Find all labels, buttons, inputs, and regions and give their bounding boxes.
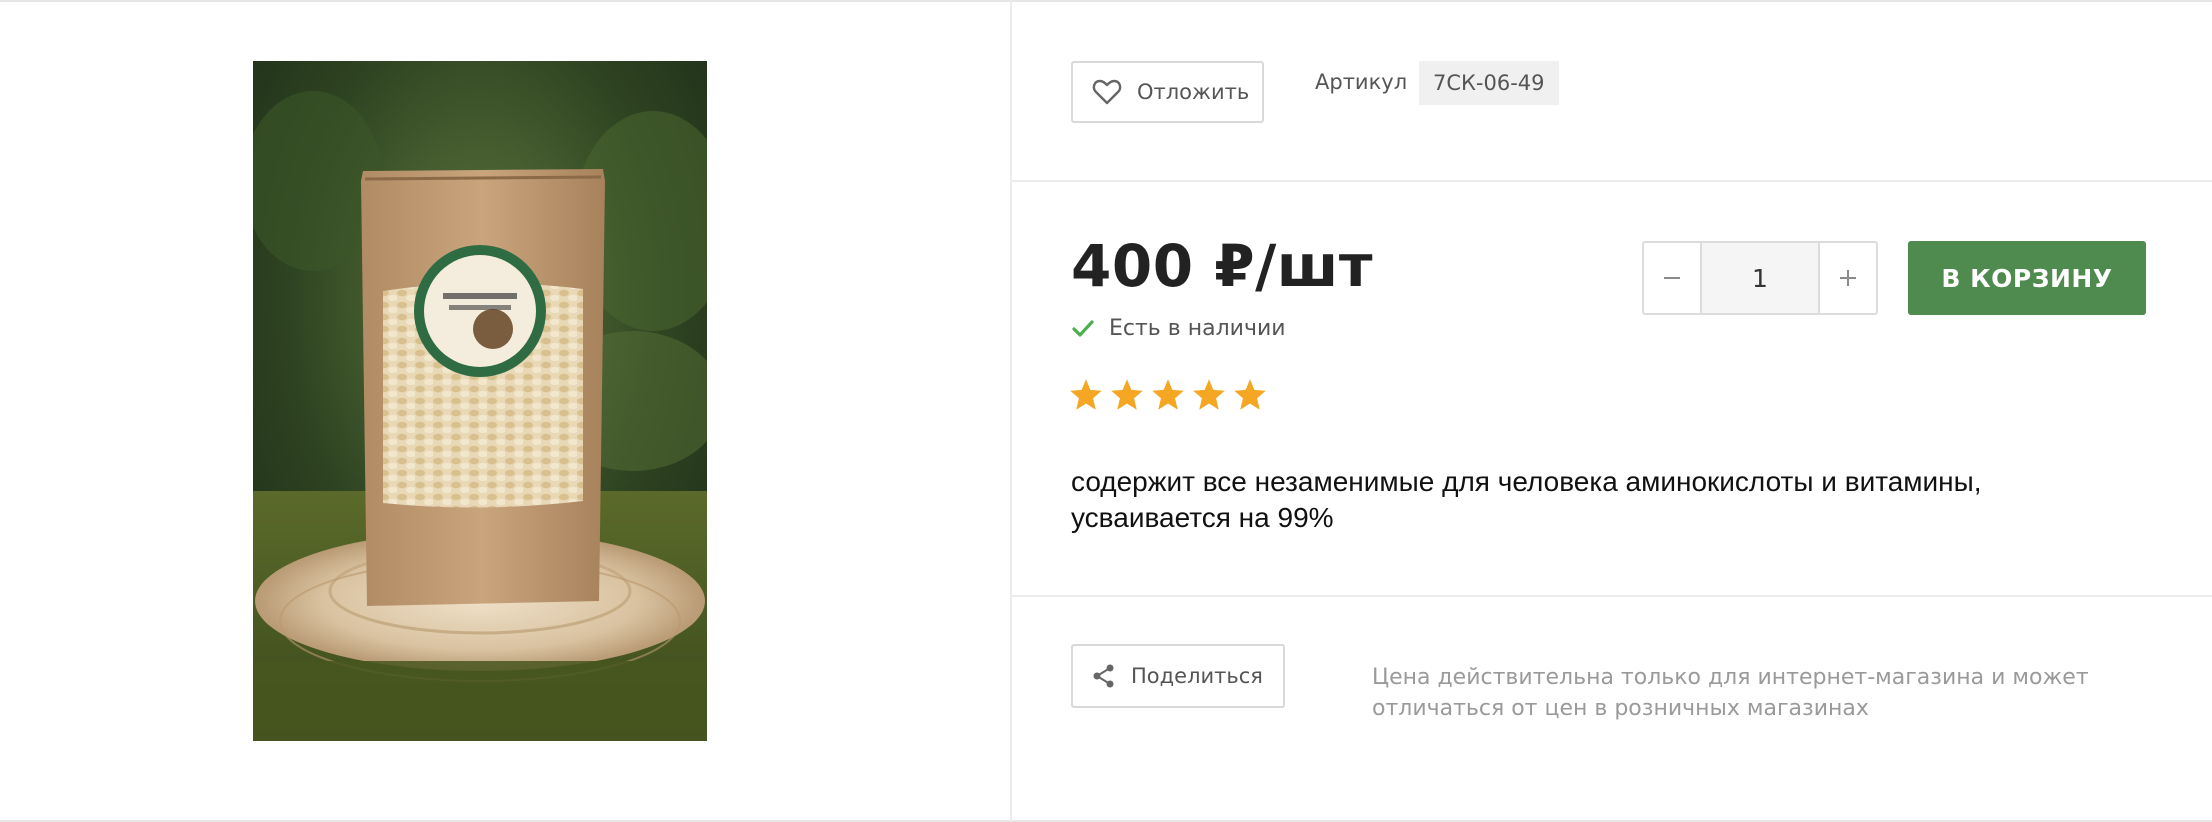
sku-label: Артикул [1315,70,1408,94]
minus-icon [1664,277,1680,279]
heart-icon [1092,79,1122,105]
star-icon[interactable] [1191,377,1227,413]
quantity-stepper[interactable]: 1 [1642,241,1878,315]
sku-value: 7СК-06-49 [1419,61,1559,105]
quantity-input[interactable]: 1 [1700,243,1820,313]
section-divider-bottom [1012,595,2212,597]
share-button[interactable]: Поделиться [1071,644,1285,708]
price-note: Цена действительна только для интернет-м… [1372,665,2089,721]
product-price: 400 ₽/шт [1071,232,1374,300]
wishlist-button[interactable]: Отложить [1071,61,1264,123]
stock-status: Есть в наличии [1071,316,1286,341]
star-icon[interactable] [1150,377,1186,413]
product-rating[interactable] [1068,377,1268,413]
column-divider [1010,0,1012,822]
section-divider-top [1012,180,2212,182]
star-icon[interactable] [1232,377,1268,413]
stock-status-label: Есть в наличии [1109,316,1286,341]
quantity-increase-button[interactable] [1820,243,1876,313]
product-description: содержит все незаменимые для человека ам… [1071,466,1982,533]
quantity-decrease-button[interactable] [1644,243,1700,313]
wishlist-label: Отложить [1137,80,1250,104]
product-photo [253,61,707,741]
share-label: Поделиться [1131,664,1263,688]
product-image[interactable] [253,61,707,741]
star-icon[interactable] [1068,377,1104,413]
add-to-cart-button[interactable]: В КОРЗИНУ [1908,241,2146,315]
share-icon [1093,664,1114,688]
check-icon [1072,319,1094,337]
plus-icon [1840,270,1856,286]
star-icon[interactable] [1109,377,1145,413]
